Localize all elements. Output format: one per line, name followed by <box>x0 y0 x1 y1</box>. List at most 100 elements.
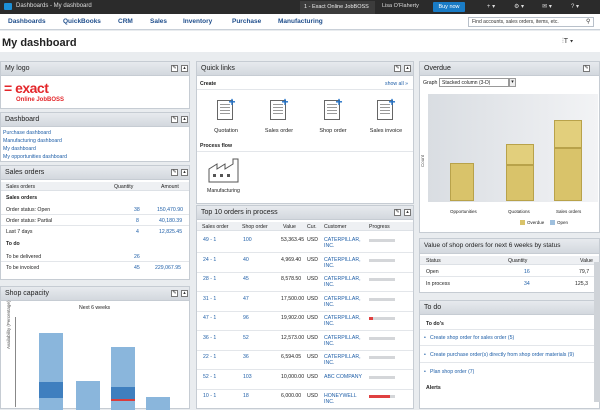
row-customer[interactable]: HONEYWELL INC. <box>324 393 368 405</box>
sales-invoice-icon[interactable] <box>377 97 398 120</box>
row-sales-order[interactable]: 52 - 1 <box>203 374 216 380</box>
todo-item[interactable]: Create purchase order(s) directly from s… <box>430 352 574 358</box>
todo-item[interactable]: Create shop order for sales order (5) <box>430 335 514 341</box>
collapse-icon[interactable]: ▴ <box>404 209 411 216</box>
edit-icon[interactable]: ✎ <box>394 209 401 216</box>
quicklink-sales-invoice[interactable]: Sales invoice <box>361 128 411 134</box>
shop-order-icon[interactable] <box>324 97 345 120</box>
edit-icon[interactable]: ✎ <box>171 116 178 123</box>
link-manufacturing-dashboard[interactable]: Manufacturing dashboard <box>3 138 62 144</box>
edit-icon[interactable]: ✎ <box>394 65 401 72</box>
collapse-icon[interactable]: ▴ <box>181 290 188 297</box>
row-sales-order[interactable]: 36 - 1 <box>203 335 216 341</box>
company-selector[interactable]: 1 - Exact Online JobBOSS <box>300 1 375 14</box>
row-shop-order[interactable]: 52 <box>243 335 249 341</box>
graph-type-select[interactable]: Stacked column (3-D) <box>439 78 509 87</box>
menu-inventory[interactable]: Inventory <box>183 18 212 25</box>
chevron-down-icon[interactable]: ▾ <box>509 78 516 87</box>
row-customer[interactable]: CATERPILLAR, INC. <box>324 257 368 269</box>
menu-crm[interactable]: CRM <box>118 18 133 25</box>
row-sales-order[interactable]: 24 - 1 <box>203 257 216 263</box>
collapse-icon[interactable]: ▴ <box>181 65 188 72</box>
row-quantity[interactable]: 26 <box>134 254 140 260</box>
row-sales-order[interactable]: 31 - 1 <box>203 296 216 302</box>
row-shop-order[interactable]: 45 <box>243 276 249 282</box>
quicklink-quotation[interactable]: Quotation <box>201 128 251 134</box>
menu-manufacturing[interactable]: Manufacturing <box>278 18 323 25</box>
row-customer[interactable]: CATERPILLAR, INC. <box>324 237 368 249</box>
process-manufacturing-link[interactable]: Manufacturing <box>207 188 240 194</box>
capacity-bar <box>39 333 63 410</box>
legend-open: Open <box>557 220 569 225</box>
sales-order-icon[interactable] <box>270 97 291 120</box>
menu-quickbooks[interactable]: QuickBooks <box>63 18 101 25</box>
menu-purchase[interactable]: Purchase <box>232 18 261 25</box>
row-customer[interactable]: ABC COMPANY <box>324 374 368 380</box>
collapse-icon[interactable]: ▴ <box>181 116 188 123</box>
row-sales-order[interactable]: 10 - 1 <box>203 393 216 399</box>
todo-item[interactable]: Plan shop order (7) <box>430 369 474 375</box>
quicklink-shop-order[interactable]: Shop order <box>308 128 358 134</box>
factory-icon[interactable] <box>207 157 245 183</box>
collapse-icon[interactable]: ▴ <box>181 169 188 176</box>
row-shop-order[interactable]: 18 <box>243 393 249 399</box>
link-purchase-dashboard[interactable]: Purchase dashboard <box>3 130 51 136</box>
breadcrumb[interactable]: Dashboards - My dashboard <box>16 3 92 9</box>
edit-icon[interactable]: ✎ <box>171 65 178 72</box>
row-value: 6,594.05 <box>281 354 302 360</box>
row-quantity[interactable]: 16 <box>524 269 530 275</box>
row-customer[interactable]: CATERPILLAR, INC. <box>324 296 368 308</box>
home-icon[interactable] <box>4 3 12 10</box>
row-sales-order[interactable]: 47 - 1 <box>203 315 216 321</box>
user-name[interactable]: Lisa O'Flaherty <box>382 3 419 9</box>
link-my-opportunities-dashboard[interactable]: My opportunities dashboard <box>3 154 67 160</box>
menu-dashboards[interactable]: Dashboards <box>8 18 46 25</box>
collapse-icon[interactable]: ▴ <box>404 65 411 72</box>
row-customer[interactable]: CATERPILLAR, INC. <box>324 276 368 288</box>
capacity-bar-segment <box>39 382 63 398</box>
quicklink-sales-order[interactable]: Sales order <box>254 128 304 134</box>
plus-icon[interactable]: + ▾ <box>484 2 498 12</box>
row-quantity[interactable]: 45 <box>134 265 140 271</box>
search-icon[interactable]: ⚲ <box>586 18 590 25</box>
row-customer[interactable]: CATERPILLAR, INC. <box>324 354 368 366</box>
row-amount[interactable]: 12,825.45 <box>159 229 182 235</box>
row-amount[interactable]: 40,180.39 <box>159 218 182 224</box>
row-quantity[interactable]: 4 <box>136 229 139 235</box>
row-sales-order[interactable]: 49 - 1 <box>203 237 216 243</box>
overdue-bar-sales-orders <box>554 148 582 201</box>
page-scrollbar[interactable] <box>594 262 600 402</box>
row-amount[interactable]: 229,067.95 <box>155 265 181 271</box>
layout-menu-icon[interactable]: ⫶T ▾ <box>562 38 573 46</box>
progress-bar <box>369 395 395 398</box>
row-shop-order[interactable]: 103 <box>243 374 252 380</box>
link-my-dashboard[interactable]: My dashboard <box>3 146 36 152</box>
row-sales-order[interactable]: 22 - 1 <box>203 354 216 360</box>
row-quantity[interactable]: 38 <box>134 207 140 213</box>
row-customer[interactable]: CATERPILLAR, INC. <box>324 335 368 347</box>
sales-orders-panel: Sales orders ✎ ▴ Sales orders Quantity A… <box>0 165 190 280</box>
row-shop-order[interactable]: 100 <box>243 237 252 243</box>
buy-now-button[interactable]: Buy now <box>433 2 465 12</box>
row-sales-order[interactable]: 28 - 1 <box>203 276 216 282</box>
show-all-link[interactable]: show all » <box>385 81 408 87</box>
row-shop-order[interactable]: 36 <box>243 354 249 360</box>
row-shop-order[interactable]: 40 <box>243 257 249 263</box>
search-input[interactable]: Find accounts, sales orders, items, etc. <box>468 17 594 27</box>
edit-icon[interactable]: ✎ <box>583 65 590 72</box>
row-customer[interactable]: CATERPILLAR, INC. <box>324 315 368 327</box>
help-icon[interactable]: ? ▾ <box>568 2 582 12</box>
edit-icon[interactable]: ✎ <box>171 169 178 176</box>
row-shop-order[interactable]: 96 <box>243 315 249 321</box>
row-amount[interactable]: 150,470.90 <box>157 207 183 213</box>
tools-icon[interactable]: ⚙ ▾ <box>512 2 526 12</box>
mail-icon[interactable]: ✉ ▾ <box>540 2 554 12</box>
row-quantity[interactable]: 8 <box>136 218 139 224</box>
edit-icon[interactable]: ✎ <box>171 290 178 297</box>
legend-swatch-overdue <box>520 220 525 225</box>
menu-sales[interactable]: Sales <box>150 18 167 25</box>
capacity-bar <box>76 381 100 410</box>
quotation-icon[interactable] <box>217 97 238 120</box>
row-quantity[interactable]: 34 <box>524 281 530 287</box>
row-shop-order[interactable]: 47 <box>243 296 249 302</box>
